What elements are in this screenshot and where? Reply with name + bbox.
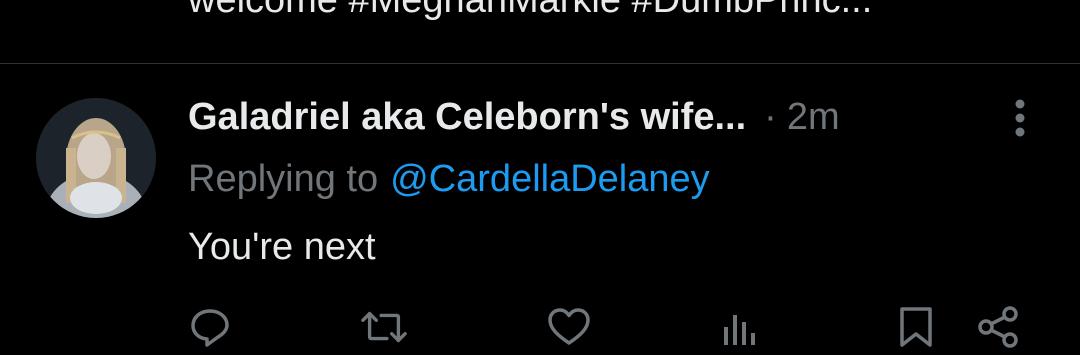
avatar[interactable] [36,98,156,218]
display-name[interactable]: Galadriel aka Celeborn's wife... [188,96,746,139]
more-options-button[interactable] [1000,96,1040,140]
reply-text: You're next [188,225,376,268]
replying-to: Replying to @CardellaDelaney [188,154,710,204]
bookmark-icon [900,307,932,347]
share-button[interactable] [974,304,1022,350]
views-icon [724,315,755,345]
views-button[interactable] [714,304,762,350]
retweet-icon [361,311,407,343]
share-icon [978,306,1018,348]
reply-icon [191,309,229,347]
avatar-image [36,98,156,218]
reply-button[interactable] [186,304,234,350]
replying-to-label: Replying to [188,157,379,200]
divider [0,63,1080,64]
timestamp[interactable]: 2m [787,96,840,139]
like-button[interactable] [545,304,593,350]
reply-header: Galadriel aka Celeborn's wife... · 2m [188,92,840,142]
separator-dot: · [764,95,777,138]
retweet-button[interactable] [360,304,408,350]
more-vertical-icon [1015,99,1025,137]
replying-to-handle[interactable]: @CardellaDelaney [390,158,710,201]
previous-tweet-text: welcome #MeghanMarkle #DumbPrinc... [188,0,873,21]
bookmark-button[interactable] [892,304,940,350]
heart-icon [548,308,590,345]
